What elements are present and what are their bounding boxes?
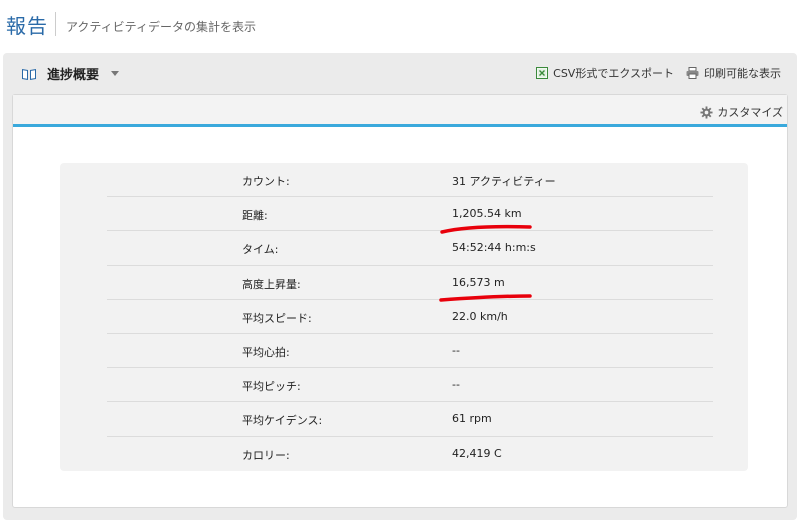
summary-row-label: カロリー: — [242, 448, 290, 462]
report-type-label: 進捗概要 — [47, 68, 100, 83]
summary-row: カウント: 31 アクティビティー — [107, 163, 713, 198]
summary-row-label: タイム: — [242, 243, 279, 257]
page-title: 報告 — [6, 14, 48, 38]
summary-row: カロリー: 42,419 C — [107, 437, 713, 471]
print-view-button[interactable]: 印刷可能な表示 — [686, 65, 781, 81]
summary-row-label: 平均ピッチ: — [242, 380, 301, 394]
report-panel: 進捗概要 CSV形式でエクスポート 印刷可能な表示 カスタマイズ カウント: 3… — [3, 53, 797, 520]
page-header: 報告 アクティビティデータの集計を表示 — [0, 0, 800, 50]
summary-row: 平均スピード: 22.0 km/h — [107, 300, 713, 334]
export-csv-label: CSV形式でエクスポート — [553, 67, 674, 80]
toolbar-actions: CSV形式でエクスポート 印刷可能な表示 — [524, 65, 781, 81]
summary-box: カウント: 31 アクティビティー距離: 1,205.54 km タイム: 54:52:… — [60, 163, 748, 471]
header-divider — [55, 12, 56, 36]
annotation-underline-distance — [440, 224, 532, 234]
gear-icon — [700, 105, 713, 119]
page-subtitle: アクティビティデータの集計を表示 — [66, 20, 256, 34]
summary-row-label: 平均ケイデンス: — [242, 414, 323, 428]
summary-table: カウント: 31 アクティビティー距離: 1,205.54 km タイム: 54:52:… — [107, 163, 713, 471]
report-card: カスタマイズ カウント: 31 アクティビティー距離: 1,205.54 km タイム… — [12, 94, 788, 508]
excel-icon — [536, 67, 549, 79]
summary-row-value: 1,205.54 km — [452, 207, 522, 221]
summary-row-label: カウント: — [242, 175, 290, 188]
summary-row-value: 16,573 m — [452, 275, 505, 289]
summary-row: 高度上昇量: 16,573 m — [107, 266, 713, 300]
summary-row-value: 54:52:44 h:m:s — [452, 241, 536, 255]
summary-row: タイム: 54:52:44 h:m:s — [107, 231, 713, 266]
caret-down-icon — [111, 71, 120, 76]
summary-row-label: 平均スピード: — [242, 311, 312, 325]
export-csv-button[interactable]: CSV形式でエクスポート — [536, 65, 674, 81]
summary-row-label: 平均心拍: — [242, 345, 290, 359]
summary-row-value: -- — [452, 343, 460, 357]
print-view-label: 印刷可能な表示 — [704, 67, 781, 80]
summary-row: 平均心拍: -- — [107, 334, 713, 369]
summary-row: 平均ケイデンス: 61 rpm — [107, 402, 713, 437]
book-icon — [22, 68, 36, 80]
summary-row-label: 高度上昇量: — [242, 277, 301, 291]
report-type-dropdown[interactable]: 進捗概要 — [21, 64, 120, 83]
summary-row-value: 22.0 km/h — [452, 309, 508, 323]
summary-row-label: 距離: — [242, 209, 268, 223]
annotation-underline-elevation — [439, 294, 532, 302]
summary-row-value: 61 rpm — [452, 412, 492, 426]
customize-button[interactable]: カスタマイズ — [700, 104, 783, 120]
customize-label: カスタマイズ — [717, 106, 783, 119]
summary-row-value: -- — [452, 378, 460, 392]
card-topbar: カスタマイズ — [13, 95, 787, 127]
printer-icon — [686, 67, 699, 79]
summary-row: 平均ピッチ: -- — [107, 368, 713, 403]
summary-row: 距離: 1,205.54 km — [107, 197, 713, 232]
summary-row-value: 42,419 C — [452, 446, 502, 460]
panel-toolbar: 進捗概要 CSV形式でエクスポート 印刷可能な表示 — [3, 53, 797, 93]
summary-row-value: 31 アクティビティー — [452, 175, 556, 188]
